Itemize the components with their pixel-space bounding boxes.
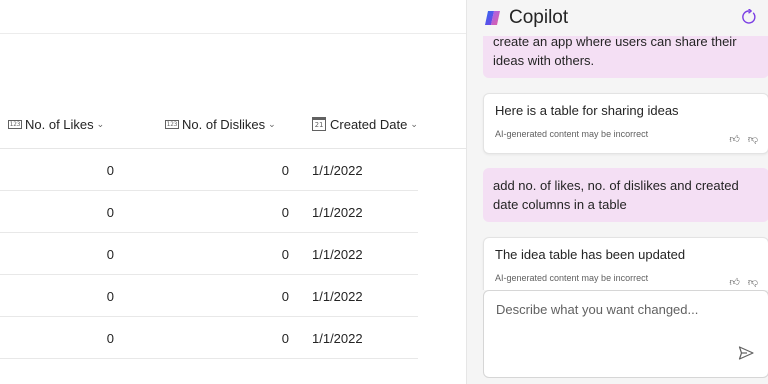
likes-cell: 0	[106, 331, 114, 346]
likes-cell: 0	[106, 163, 114, 178]
message-text: Here is a table for sharing ideas	[495, 103, 679, 118]
likes-cell: 0	[106, 247, 114, 262]
thumbs-down-icon[interactable]: 👎︎	[748, 133, 758, 145]
table-row[interactable]: 0 0 1/1/2022	[0, 149, 466, 191]
thumbs-down-icon[interactable]: 👎︎	[748, 276, 758, 288]
chevron-down-icon[interactable]: ⌄	[268, 119, 276, 130]
message-text: create an app where users can share thei…	[493, 36, 737, 68]
chevron-down-icon[interactable]: ⌄	[410, 119, 418, 130]
chat-history[interactable]: create an app where users can share thei…	[467, 36, 768, 290]
assistant-message: The idea table has been updated AI-gener…	[483, 237, 768, 290]
user-message: add no. of likes, no. of dislikes and cr…	[483, 168, 768, 222]
column-header-label: No. of Likes	[25, 116, 94, 132]
panel-header: Copilot	[467, 0, 768, 36]
panel-title: Copilot	[509, 7, 569, 28]
ai-disclaimer: AI-generated content may be incorrect	[495, 129, 649, 139]
created-date-cell: 1/1/2022	[312, 331, 363, 346]
chevron-down-icon[interactable]: ⌄	[97, 119, 105, 130]
feedback-controls: 👍︎ 👎︎	[729, 133, 758, 145]
created-date-cell: 1/1/2022	[312, 205, 363, 220]
number-type-icon: 123	[165, 119, 179, 129]
row-divider	[0, 358, 418, 359]
prompt-input[interactable]	[484, 291, 768, 377]
calendar-icon: 21	[312, 117, 326, 131]
table-row[interactable]: 0 0 1/1/2022	[0, 191, 466, 233]
table-row[interactable]: 0 0 1/1/2022	[0, 233, 466, 275]
message-text: The idea table has been updated	[495, 247, 686, 262]
feedback-controls: 👍︎ 👎︎	[729, 276, 758, 288]
created-date-cell: 1/1/2022	[312, 247, 363, 262]
dislikes-cell: 0	[281, 289, 289, 304]
dislikes-cell: 0	[281, 205, 289, 220]
send-icon[interactable]	[738, 345, 754, 361]
table-area: 123 No. of Likes ⌄ 123 No. of Dislikes ⌄…	[0, 0, 466, 384]
thumbs-up-icon[interactable]: 👍︎	[729, 133, 739, 145]
user-message: create an app where users can share thei…	[483, 36, 768, 78]
refresh-icon[interactable]	[741, 9, 757, 25]
assistant-message: Here is a table for sharing ideas AI-gen…	[483, 93, 768, 154]
ai-disclaimer: AI-generated content may be incorrect	[495, 273, 649, 283]
likes-cell: 0	[106, 289, 114, 304]
created-date-cell: 1/1/2022	[312, 163, 363, 178]
prompt-input-box	[483, 290, 768, 378]
dislikes-cell: 0	[281, 247, 289, 262]
table-row[interactable]: 0 0 1/1/2022	[0, 317, 466, 359]
dislikes-cell: 0	[281, 331, 289, 346]
dislikes-cell: 0	[281, 163, 289, 178]
column-header-dislikes[interactable]: 123 No. of Dislikes ⌄	[165, 114, 276, 134]
copilot-logo-icon	[485, 11, 500, 25]
created-date-cell: 1/1/2022	[312, 289, 363, 304]
thumbs-up-icon[interactable]: 👍︎	[729, 276, 739, 288]
likes-cell: 0	[106, 205, 114, 220]
table-row[interactable]: 0 0 1/1/2022	[0, 275, 466, 317]
divider	[0, 33, 466, 34]
column-header-label: No. of Dislikes	[182, 116, 266, 132]
message-text: add no. of likes, no. of dislikes and cr…	[493, 178, 739, 212]
number-type-icon: 123	[8, 119, 22, 129]
column-header-created-date[interactable]: 21 Created Date ⌄	[312, 114, 418, 134]
column-header-likes[interactable]: 123 No. of Likes ⌄	[8, 114, 104, 134]
column-header-label: Created Date	[330, 116, 408, 132]
copilot-panel: Copilot create an app where users can sh…	[466, 0, 768, 384]
